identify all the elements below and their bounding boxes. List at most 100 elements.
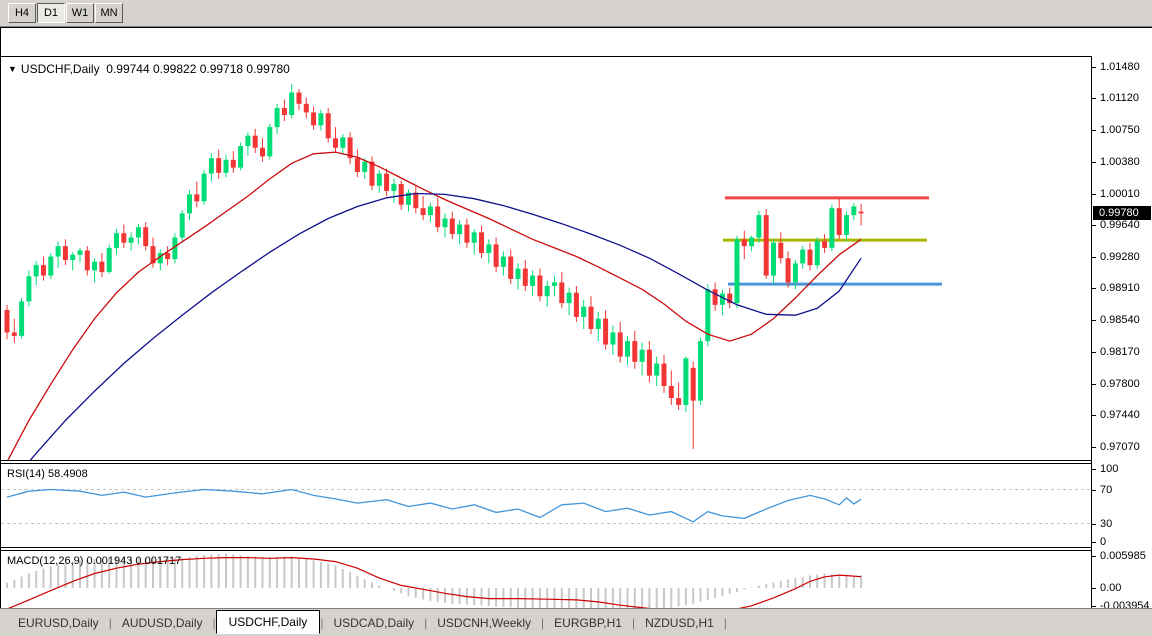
candle-body <box>443 219 448 228</box>
price-axis-label: 0.97070 <box>1100 441 1140 453</box>
candle-body <box>370 162 375 186</box>
symbol-tab-eurusd[interactable]: EURUSD,Daily <box>8 612 109 634</box>
candle-body <box>713 289 718 305</box>
price-axis-label: 0.98170 <box>1100 346 1140 358</box>
candle-body <box>304 104 309 113</box>
rsi-axis-label: 30 <box>1100 518 1112 530</box>
main-price-panel[interactable]: ▼ USDCHF,Daily 0.99744 0.99822 0.99718 0.… <box>1 56 1091 461</box>
candle-body <box>202 174 207 202</box>
symbol-tab-usdcnh[interactable]: USDCNH,Weekly <box>427 612 541 634</box>
symbol-tab-nzdusd[interactable]: NZDUSD,H1 <box>635 612 724 634</box>
chart-symbol-label: USDCHF,Daily <box>21 62 100 76</box>
candle-body <box>121 233 126 242</box>
candle-body <box>457 225 462 234</box>
candle-body <box>764 215 769 275</box>
candle-body <box>340 137 345 147</box>
chevron-down-icon[interactable]: ▼ <box>8 64 17 74</box>
candle-body <box>793 263 798 282</box>
timeframe-button-w1[interactable]: W1 <box>66 3 94 23</box>
candle-body <box>610 332 615 344</box>
rsi-axis-label: 0 <box>1100 536 1106 548</box>
candle-body <box>165 253 170 259</box>
candle-body <box>859 212 864 214</box>
price-axis-label: 0.99640 <box>1100 219 1140 231</box>
rsi-chart <box>1 464 1091 547</box>
candle-body <box>63 246 68 260</box>
candlestick-chart[interactable] <box>1 57 1091 460</box>
candle-body <box>756 215 761 237</box>
rsi-panel[interactable]: RSI(14) 58.4908 <box>1 463 1091 548</box>
candle-body <box>48 257 53 276</box>
candle-body <box>618 332 623 356</box>
candle-body <box>333 138 338 147</box>
price-axis[interactable]: 0.99780 1.014801.011201.007501.003801.00… <box>1091 56 1152 615</box>
candle-body <box>224 160 229 173</box>
candle-body <box>399 184 404 205</box>
candle-body <box>742 239 747 246</box>
candle-body <box>669 386 674 398</box>
rsi-axis-label: 100 <box>1100 463 1118 475</box>
chart-title: ▼ USDCHF,Daily 0.99744 0.99822 0.99718 0.… <box>8 62 290 76</box>
price-axis-label: 1.01480 <box>1100 61 1140 73</box>
macd-panel[interactable]: MACD(12,26,9) 0.001943 0.001717 <box>1 550 1091 615</box>
timeframe-button-h4[interactable]: H4 <box>8 3 36 23</box>
timeframe-button-mn[interactable]: MN <box>95 3 123 23</box>
candle-body <box>778 243 783 259</box>
candle-body <box>771 243 776 276</box>
candle-body <box>625 341 630 357</box>
candle-body <box>194 194 199 201</box>
candle-body <box>99 262 104 272</box>
tab-separator: | <box>724 616 727 630</box>
candle-body <box>311 112 316 125</box>
candle-body <box>421 208 426 215</box>
symbol-tab-eurgbp[interactable]: EURGBP,H1 <box>544 612 632 634</box>
candle-body <box>187 194 192 213</box>
candle-body <box>683 358 688 405</box>
candle-body <box>391 184 396 191</box>
chart-ohlc-values: 0.99744 0.99822 0.99718 0.99780 <box>106 62 290 76</box>
price-axis-label: 1.00380 <box>1100 156 1140 168</box>
symbol-tab-usdcad[interactable]: USDCAD,Daily <box>323 612 424 634</box>
candle-body <box>5 310 10 332</box>
candle-body <box>435 206 440 227</box>
price-axis-label: 1.00750 <box>1100 124 1140 136</box>
macd-label: MACD(12,26,9) 0.001943 0.001717 <box>7 555 181 567</box>
candle-body <box>41 265 46 275</box>
candle-body <box>647 350 652 376</box>
candle-body <box>508 257 513 279</box>
chart-window: ▼ USDCHF,Daily 0.99744 0.99822 0.99718 0.… <box>0 27 1152 608</box>
candle-body <box>282 108 287 115</box>
price-axis-label: 0.98540 <box>1100 314 1140 326</box>
candle-body <box>851 206 856 215</box>
candle-body <box>289 93 294 115</box>
macd-axis-label: 0.005985 <box>1100 550 1146 562</box>
candle-body <box>260 148 265 157</box>
candle-body <box>362 162 367 172</box>
price-axis-label: 0.99280 <box>1100 251 1140 263</box>
candle-body <box>355 158 360 172</box>
candle-body <box>428 206 433 215</box>
candle-body <box>822 241 827 248</box>
rsi-axis-label: 70 <box>1100 484 1112 496</box>
candle-body <box>815 241 820 265</box>
price-axis-label: 1.00010 <box>1100 188 1140 200</box>
candle-body <box>472 232 477 242</box>
symbol-tab-usdchf[interactable]: USDCHF,Daily <box>216 610 321 634</box>
candle-body <box>70 255 75 260</box>
candle-body <box>12 332 17 335</box>
candle-body <box>640 350 645 362</box>
candle-body <box>545 286 550 296</box>
candle-body <box>450 219 455 235</box>
candle-body <box>603 319 608 345</box>
candle-body <box>19 301 24 336</box>
candle-body <box>559 282 564 303</box>
timeframe-button-d1[interactable]: D1 <box>37 3 65 23</box>
candle-body <box>245 136 250 146</box>
candle-body <box>253 136 258 148</box>
candle-body <box>786 258 791 282</box>
candle-body <box>844 215 849 235</box>
symbol-tab-audusd[interactable]: AUDUSD,Daily <box>112 612 213 634</box>
candle-body <box>516 269 521 279</box>
candle-body <box>523 269 528 286</box>
candle-body <box>698 341 703 401</box>
